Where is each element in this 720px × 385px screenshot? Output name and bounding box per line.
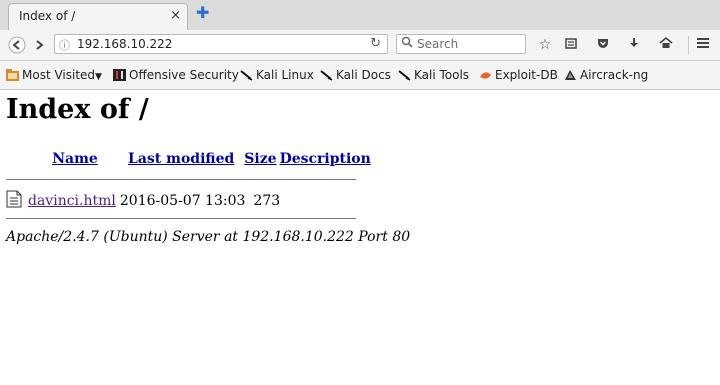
home-icon[interactable] [657, 36, 675, 54]
bookmark-offensive-security[interactable]: Offensive Security [113, 67, 239, 83]
bookmark-label: Kali Linux [256, 68, 314, 82]
file-link-davinci[interactable]: davinci.html [28, 193, 116, 209]
download-icon[interactable] [625, 36, 643, 54]
exploitdb-icon [479, 69, 492, 81]
bookmark-exploit-db[interactable]: Exploit-DB [479, 67, 558, 83]
pocket-icon[interactable] [594, 36, 612, 54]
sort-name-link[interactable]: Name [52, 151, 98, 167]
search-icon [401, 36, 413, 51]
sort-description-link[interactable]: Description [280, 151, 371, 167]
reload-icon[interactable]: ↻ [370, 36, 381, 51]
search-bar[interactable] [396, 34, 526, 54]
chevron-down-icon: ▼ [95, 72, 102, 82]
bookmark-label: Kali Docs [336, 68, 391, 82]
offsec-icon [113, 69, 126, 81]
url-text[interactable]: 192.168.10.222 [77, 37, 172, 51]
close-tab-icon[interactable]: × [170, 8, 181, 23]
table-row: davinci.html 2016-05-07 13:03 273 [6, 190, 282, 212]
tab-strip: Index of / × ✚ [0, 0, 720, 31]
bookmark-kali-docs[interactable]: Kali Docs [320, 67, 391, 83]
search-input[interactable] [417, 36, 521, 52]
star-icon[interactable]: ☆ [536, 36, 554, 54]
tab-index[interactable]: Index of / × [8, 3, 188, 30]
bookmark-aircrack-ng[interactable]: Aircrack-ng [564, 67, 648, 83]
bookmark-label: Exploit-DB [495, 68, 558, 82]
bookmark-kali-tools[interactable]: Kali Tools [398, 67, 469, 83]
bookmarks-toolbar: Most Visited▼ Offensive Security Kali Li… [0, 61, 720, 90]
page-title: Index of / [6, 94, 149, 125]
forward-icon[interactable] [31, 36, 49, 54]
url-bar[interactable]: ⓘ 192.168.10.222 ↻ [54, 34, 388, 54]
file-size: 273 [253, 193, 281, 209]
sort-modified-link[interactable]: Last modified [128, 151, 234, 167]
bookmark-label: Most Visited [22, 68, 96, 82]
listing-header-row: Name Last modified Size Description [6, 150, 372, 168]
folder-icon [6, 69, 19, 81]
kali-icon [398, 69, 411, 81]
back-icon[interactable] [8, 36, 26, 54]
directory-listing: Name Last modified Size Description [6, 150, 372, 168]
kali-icon [240, 69, 253, 81]
tab-title: Index of / [19, 9, 76, 23]
bookmark-most-visited[interactable]: Most Visited▼ [6, 67, 102, 83]
menu-icon[interactable] [694, 36, 712, 54]
bookmark-label: Offensive Security [129, 68, 239, 82]
bookmark-kali-linux[interactable]: Kali Linux [240, 67, 314, 83]
footer-divider [6, 218, 356, 219]
bookmark-label: Kali Tools [414, 68, 470, 82]
aircrack-icon [564, 69, 577, 81]
listing-body: davinci.html 2016-05-07 13:03 273 [6, 190, 282, 212]
new-tab-icon[interactable]: ✚ [196, 5, 212, 21]
sort-size-link[interactable]: Size [244, 151, 276, 167]
file-modified: 2016-05-07 13:03 [119, 193, 246, 209]
toolbar-separator [688, 36, 689, 54]
kali-icon [320, 69, 333, 81]
nav-bar: ⓘ 192.168.10.222 ↻ ☆ [0, 30, 720, 61]
server-signature: Apache/2.4.7 (Ubuntu) Server at 192.168.… [6, 229, 411, 245]
file-description [280, 190, 282, 212]
document-icon [6, 190, 22, 212]
reading-list-icon[interactable] [562, 36, 580, 54]
info-icon[interactable]: ⓘ [59, 37, 70, 53]
bookmark-label: Aircrack-ng [580, 68, 649, 82]
page-content: Index of / [6, 94, 149, 125]
header-divider [6, 179, 356, 180]
